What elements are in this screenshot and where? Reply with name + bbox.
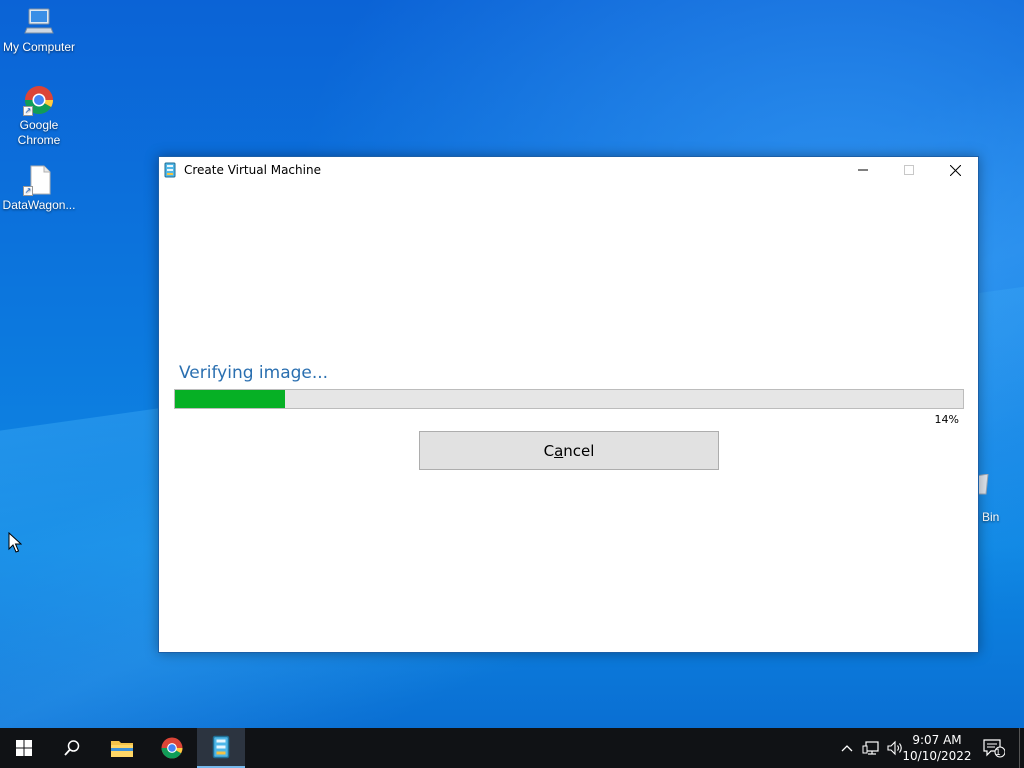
action-center-button[interactable]: 1 <box>980 728 1008 768</box>
show-hidden-icons-button[interactable] <box>838 728 856 768</box>
minimize-icon <box>858 169 868 171</box>
notification-count-badge: 1 <box>995 747 1001 757</box>
mouse-cursor-icon <box>8 532 22 553</box>
computer-icon <box>23 6 55 38</box>
vm-app-icon <box>164 162 176 178</box>
desktop-icon-label: Google Chrome <box>17 118 61 147</box>
maximize-button <box>886 157 932 183</box>
window-title: Create Virtual Machine <box>184 163 321 177</box>
create-vm-window: Create Virtual Machine Verifying image..… <box>158 156 979 653</box>
minimize-button[interactable] <box>840 157 886 183</box>
close-button[interactable] <box>932 157 978 183</box>
desktop-icon-my-computer[interactable]: My Computer <box>0 6 79 55</box>
progress-bar-fill <box>175 390 286 408</box>
network-icon <box>862 741 879 755</box>
show-desktop-button[interactable] <box>1019 728 1024 768</box>
desktop-icon-label: DataWagon... <box>2 198 76 212</box>
start-icon <box>16 740 32 756</box>
chrome-icon: ↗ <box>23 84 55 116</box>
clock-date: 10/10/2022 <box>902 749 972 763</box>
file-icon: ↗ <box>23 164 55 196</box>
window-titlebar[interactable]: Create Virtual Machine <box>159 157 978 183</box>
cancel-button[interactable]: Ca ncel <box>419 431 719 470</box>
clock-time: 9:07 AM <box>912 733 962 747</box>
desktop-icon-datawagon[interactable]: ↗ DataWagon... <box>0 164 79 213</box>
search-button[interactable] <box>48 728 96 768</box>
cancel-label-suffix: ncel <box>563 441 595 460</box>
desktop: My Computer ↗ Google Chrome ↗ DataWagon.… <box>0 0 1024 728</box>
shortcut-arrow-icon: ↗ <box>23 186 33 196</box>
desktop-icon-google-chrome[interactable]: ↗ Google Chrome <box>0 84 79 148</box>
progress-percent-label: 14% <box>934 413 959 426</box>
start-button[interactable] <box>0 728 48 768</box>
chevron-up-icon <box>841 745 853 752</box>
taskbar-chrome[interactable] <box>148 728 196 768</box>
virtual-machine-app-icon <box>212 735 230 759</box>
chrome-icon <box>161 737 183 759</box>
taskbar: 9:07 AM 10/10/2022 1 <box>0 728 1024 768</box>
desktop-icon-label: My Computer <box>2 40 76 54</box>
taskbar-file-explorer[interactable] <box>98 728 146 768</box>
maximize-icon <box>904 165 914 175</box>
shortcut-arrow-icon: ↗ <box>23 106 33 116</box>
taskbar-clock[interactable]: 9:07 AM 10/10/2022 <box>902 732 972 764</box>
cancel-label-mnemonic: a <box>554 441 564 460</box>
file-explorer-icon <box>111 741 133 757</box>
cancel-label-prefix: C <box>543 441 555 460</box>
close-icon <box>949 164 961 176</box>
search-icon <box>64 740 80 756</box>
progress-bar <box>174 389 964 409</box>
taskbar-vm-app[interactable] <box>197 728 245 768</box>
status-message: Verifying image... <box>179 363 329 383</box>
network-button[interactable] <box>860 728 882 768</box>
